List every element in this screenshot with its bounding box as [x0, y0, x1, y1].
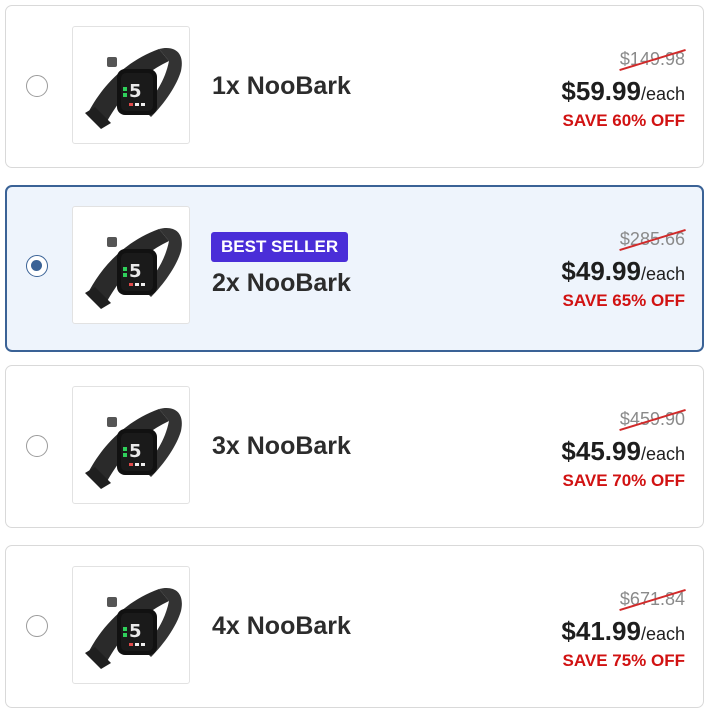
- radio-button[interactable]: [26, 75, 48, 97]
- original-price: $285.66: [619, 228, 686, 251]
- price-unit: /each: [640, 84, 685, 104]
- price-value: $41.99: [561, 616, 641, 646]
- bark-collar-image: 5: [85, 47, 182, 129]
- original-price: $671.84: [619, 588, 686, 611]
- svg-text:5: 5: [129, 441, 142, 462]
- bark-collar-image: 5: [85, 407, 182, 489]
- product-image: 5: [72, 26, 190, 144]
- radio-button[interactable]: [26, 615, 48, 637]
- svg-text:5: 5: [129, 621, 142, 642]
- product-image: 5: [72, 566, 190, 684]
- radio-button[interactable]: [26, 255, 48, 277]
- discount-label: SAVE 65% OFF: [562, 291, 686, 310]
- option-title: 4x NooBark: [212, 612, 351, 640]
- discount-label: SAVE 70% OFF: [562, 471, 686, 490]
- price-value: $49.99: [561, 256, 641, 286]
- radio-button[interactable]: [26, 435, 48, 457]
- option-title: 2x NooBark: [212, 269, 351, 297]
- bark-collar-image: 5: [85, 227, 182, 309]
- product-image: 5: [72, 206, 190, 324]
- bundle-option-3[interactable]: 5 3x NooBark $459.90 $45.99/each SAVE 70…: [5, 365, 704, 528]
- unit-price: $45.99/each: [561, 436, 685, 467]
- original-price: $149.98: [619, 48, 686, 71]
- price-unit: /each: [640, 624, 685, 644]
- original-price: $459.90: [619, 408, 686, 431]
- unit-price: $41.99/each: [561, 616, 685, 647]
- unit-price: $59.99/each: [561, 76, 685, 107]
- discount-label: SAVE 60% OFF: [562, 111, 686, 130]
- product-image: 5: [72, 386, 190, 504]
- bundle-option-4[interactable]: 5 4x NooBark $671.84 $41.99/each SAVE 75…: [5, 545, 704, 708]
- unit-price: $49.99/each: [561, 256, 685, 287]
- discount-label: SAVE 75% OFF: [562, 651, 686, 670]
- option-title: 3x NooBark: [212, 432, 351, 460]
- price-unit: /each: [640, 444, 685, 464]
- price-unit: /each: [640, 264, 685, 284]
- svg-text:5: 5: [129, 81, 142, 102]
- best-seller-badge: BEST SELLER: [211, 232, 349, 262]
- bark-collar-image: 5: [85, 587, 182, 669]
- price-value: $45.99: [561, 436, 641, 466]
- bundle-option-2[interactable]: 5 BEST SELLER 2x NooBark $285.66 $49.99/…: [5, 185, 704, 352]
- option-title: 1x NooBark: [212, 72, 351, 100]
- svg-text:5: 5: [129, 261, 142, 282]
- price-value: $59.99: [561, 76, 641, 106]
- bundle-option-1[interactable]: 5 1x NooBark $149.98 $59.99/each SAVE 60…: [5, 5, 704, 168]
